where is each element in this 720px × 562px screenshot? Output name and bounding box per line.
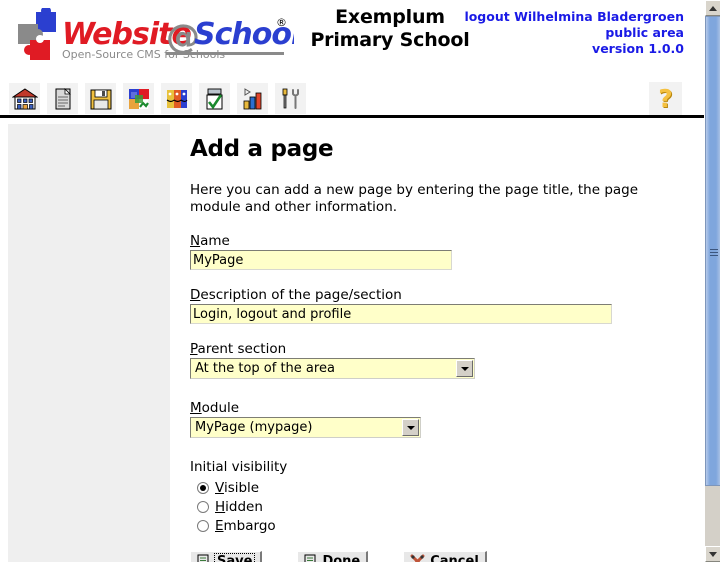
description-input[interactable] bbox=[190, 304, 612, 324]
done-button-label: Done bbox=[322, 554, 361, 562]
toolbar-filemanager-button[interactable] bbox=[84, 82, 117, 115]
help-question-icon: ? bbox=[658, 84, 673, 113]
radio-option-hidden[interactable]: Hidden bbox=[197, 497, 690, 516]
scrollbar-thumb[interactable] bbox=[705, 16, 720, 486]
toolbar-modules-button[interactable] bbox=[122, 82, 155, 115]
page-intro-text: Here you can add a new page by entering … bbox=[190, 182, 639, 215]
radio-embargo-accesskey: E bbox=[215, 517, 224, 534]
floppy-disk-icon bbox=[90, 89, 111, 109]
radio-hidden-indicator[interactable] bbox=[197, 500, 209, 513]
parent-section-label: Parent section bbox=[190, 341, 690, 357]
toolbar-icon-group bbox=[8, 82, 307, 115]
tools-icon bbox=[282, 88, 299, 109]
cancel-cross-icon bbox=[410, 554, 425, 562]
module-value: MyPage (mypage) bbox=[195, 420, 313, 435]
form-action-buttons: Save Done Cancel bbox=[190, 551, 690, 562]
description-accesskey: D bbox=[190, 287, 201, 303]
radio-option-embargo[interactable]: Embargo bbox=[197, 516, 690, 535]
website-at-school-logo[interactable]: Website @ School ® Open-Source CMS for S… bbox=[14, 8, 294, 70]
field-initial-visibility: Initial visibility Visible Hidden Embarg… bbox=[190, 459, 690, 535]
toolbar-pages-button[interactable] bbox=[46, 82, 79, 115]
version-indicator: version 1.0.0 bbox=[592, 41, 684, 56]
parent-section-value: At the top of the area bbox=[195, 361, 335, 376]
radio-hidden-accesskey: H bbox=[215, 498, 226, 515]
main-content: Add a page Here you can add a new page b… bbox=[190, 124, 690, 562]
scrollbar-down-button[interactable] bbox=[705, 546, 720, 562]
toolbar-tools-button[interactable] bbox=[274, 82, 307, 115]
field-module: Module MyPage (mypage) bbox=[190, 400, 690, 442]
school-name: Exemplum Primary School bbox=[300, 6, 480, 52]
radio-visible-label: Visible bbox=[215, 480, 259, 496]
chevron-down-icon[interactable] bbox=[456, 360, 473, 377]
school-name-line1: Exemplum bbox=[335, 6, 445, 28]
radio-embargo-rest: mbargo bbox=[223, 517, 276, 534]
name-label: Name bbox=[190, 233, 690, 249]
login-info-block: logout Wilhelmina Bladergroen public are… bbox=[464, 9, 684, 57]
radio-hidden-rest: idden bbox=[225, 498, 263, 515]
chevron-down-icon[interactable] bbox=[402, 419, 419, 436]
page-header: Website @ School ® Open-Source CMS for S… bbox=[0, 0, 704, 78]
radio-visible-rest: isible bbox=[223, 479, 260, 496]
radio-embargo-label: Embargo bbox=[215, 518, 276, 534]
module-label: Module bbox=[190, 400, 690, 416]
scrollbar-up-button[interactable] bbox=[705, 0, 720, 16]
field-name: Name bbox=[190, 233, 690, 270]
svg-text:Open-Source CMS for Schools: Open-Source CMS for Schools bbox=[62, 48, 225, 61]
help-button[interactable]: ? bbox=[649, 82, 682, 115]
toolbar-users-button[interactable] bbox=[160, 82, 193, 115]
svg-text:®: ® bbox=[276, 16, 287, 29]
module-accesskey: M bbox=[190, 400, 202, 416]
radio-hidden-label: Hidden bbox=[215, 499, 263, 515]
checklist-icon bbox=[206, 88, 222, 109]
description-label: Description of the page/section bbox=[190, 287, 690, 303]
application-window: Website @ School ® Open-Source CMS for S… bbox=[0, 0, 720, 562]
statistics-bar-chart-icon bbox=[243, 87, 261, 109]
name-input[interactable] bbox=[190, 250, 452, 270]
main-toolbar: ? bbox=[0, 80, 704, 118]
logo-artwork: Website @ School ® Open-Source CMS for S… bbox=[18, 8, 294, 61]
module-label-rest: odule bbox=[201, 400, 240, 416]
area-indicator: public area bbox=[605, 25, 684, 40]
name-accesskey: N bbox=[190, 233, 201, 249]
cancel-button-label: Cancel bbox=[430, 554, 479, 562]
name-label-rest: ame bbox=[200, 233, 230, 249]
radio-visible-accesskey: V bbox=[215, 479, 224, 496]
logout-link[interactable]: logout Wilhelmina Bladergroen bbox=[464, 9, 684, 25]
description-label-rest: escription of the page/section bbox=[200, 287, 402, 303]
toolbar-home-button[interactable] bbox=[8, 82, 41, 115]
puzzle-pieces-icon bbox=[18, 8, 56, 60]
vertical-scrollbar[interactable] bbox=[704, 0, 720, 562]
page-icon bbox=[55, 87, 71, 109]
radio-embargo-indicator[interactable] bbox=[197, 519, 209, 532]
radio-visible-indicator[interactable] bbox=[197, 481, 209, 494]
modules-puzzle-icon bbox=[128, 88, 149, 109]
field-parent-section: Parent section At the top of the area bbox=[190, 341, 690, 383]
save-button[interactable]: Save bbox=[190, 551, 263, 562]
users-faces-icon bbox=[166, 89, 187, 108]
school-name-line2: Primary School bbox=[310, 29, 470, 51]
document-save-icon bbox=[197, 554, 209, 562]
module-select[interactable]: MyPage (mypage) bbox=[190, 417, 421, 438]
radio-option-visible[interactable]: Visible bbox=[197, 478, 690, 497]
parent-section-select[interactable]: At the top of the area bbox=[190, 358, 475, 379]
left-sidebar bbox=[8, 124, 170, 562]
save-button-label: Save bbox=[213, 553, 256, 562]
done-button[interactable]: Done bbox=[297, 551, 369, 562]
document-done-icon bbox=[304, 554, 316, 562]
chevron-down-icon bbox=[709, 551, 717, 557]
parent-section-accesskey: P bbox=[190, 341, 198, 357]
scrollbar-grip-icon bbox=[710, 249, 718, 256]
parent-section-label-rest: arent section bbox=[197, 341, 287, 357]
home-icon bbox=[11, 87, 38, 109]
toolbar-statistics-button[interactable] bbox=[236, 82, 269, 115]
chevron-up-icon bbox=[709, 5, 717, 11]
toolbar-tasks-button[interactable] bbox=[198, 82, 231, 115]
field-description: Description of the page/section bbox=[190, 287, 690, 324]
cancel-button[interactable]: Cancel bbox=[403, 551, 487, 562]
visibility-title: Initial visibility bbox=[190, 459, 288, 475]
page-title: Add a page bbox=[190, 136, 334, 162]
